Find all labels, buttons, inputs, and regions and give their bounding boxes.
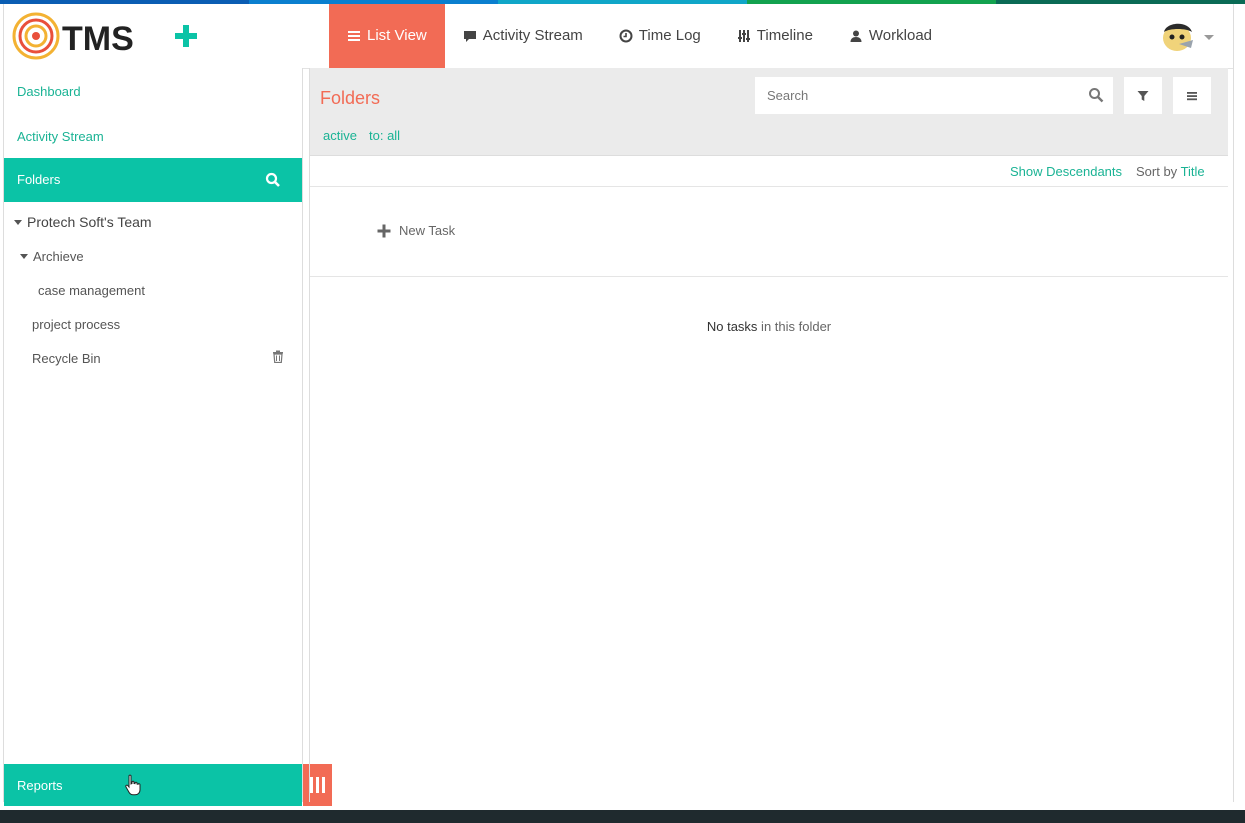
top-header: TMS List View Activity Stream Time Log T… (4, 4, 1233, 69)
add-new-button[interactable] (172, 22, 200, 50)
bottom-bar (0, 810, 1245, 823)
filter-button[interactable] (1124, 77, 1162, 114)
sidebar: Dashboard Activity Stream Folders Protec… (4, 68, 303, 806)
reports-label: Reports (17, 778, 63, 793)
page-title: Folders (320, 88, 381, 108)
main-panel: Folders active to: all Show Descendants … (309, 68, 1228, 802)
tree-item-recycle-bin[interactable]: Recycle Bin (32, 351, 101, 366)
tab-timeline[interactable]: Timeline (719, 4, 831, 68)
plus-icon (377, 224, 391, 237)
plus-icon (175, 25, 197, 47)
hamburger-icon (1187, 91, 1197, 100)
folders-section-header[interactable]: Folders (4, 158, 302, 202)
show-descendants-link[interactable]: Show Descendants (1010, 164, 1122, 179)
tab-list-view[interactable]: List View (329, 4, 445, 68)
search-icon[interactable] (1088, 87, 1104, 103)
app-window: TMS List View Activity Stream Time Log T… (3, 4, 1234, 806)
tree-item-archieve[interactable]: Archieve (20, 249, 84, 264)
logo-emblem-icon: TMS (12, 12, 134, 60)
trash-icon[interactable] (272, 350, 284, 363)
reports-section[interactable]: Reports (4, 764, 302, 806)
caret-down-icon[interactable] (20, 254, 28, 259)
comment-icon (463, 31, 476, 42)
tree-item-label: Recycle Bin (32, 351, 101, 366)
filter-tag-assignee[interactable]: to: all (369, 128, 400, 143)
tree-item-label: case management (38, 283, 145, 298)
user-icon (850, 30, 862, 42)
caret-down-icon[interactable] (14, 219, 22, 225)
tab-label: Timeline (756, 27, 813, 44)
sidebar-item-activity-stream[interactable]: Activity Stream (17, 129, 104, 144)
empty-state-bold: No tasks (706, 319, 758, 334)
tree-item-label: Protech Soft's Team (27, 214, 152, 230)
empty-state-message: No tasks in this folder (310, 319, 1228, 334)
new-task-label: New Task (399, 223, 456, 238)
tree-item-label: Archieve (33, 249, 84, 264)
tab-workload[interactable]: Workload (831, 4, 950, 68)
tree-item-project-process[interactable]: project process (32, 317, 120, 332)
tab-activity-stream[interactable]: Activity Stream (445, 4, 601, 68)
filter-tag-status[interactable]: active (323, 128, 357, 143)
tab-label: Workload (868, 27, 933, 44)
sliders-icon (737, 30, 750, 42)
sort-by-value[interactable]: Title (1181, 164, 1205, 179)
tab-label: Activity Stream (482, 27, 583, 44)
new-task-button[interactable]: New Task (377, 223, 455, 238)
chevron-down-icon[interactable] (1204, 35, 1214, 40)
hand-cursor-icon (125, 774, 141, 796)
filter-icon (1137, 90, 1149, 101)
clock-icon (619, 29, 633, 43)
avatar-icon (1163, 23, 1193, 51)
view-nav: List View Activity Stream Time Log Timel… (329, 4, 950, 68)
folders-label: Folders (17, 172, 61, 187)
sort-by-label: Sort by (1136, 164, 1178, 179)
new-task-row: New Task (310, 187, 1228, 277)
user-avatar[interactable] (1159, 18, 1199, 54)
tab-label: List View (367, 27, 427, 44)
tree-item-case-management[interactable]: case management (38, 283, 145, 298)
tree-item-label: project process (32, 317, 121, 332)
search-input[interactable] (755, 77, 1113, 114)
empty-state-text: in this folder (757, 319, 832, 334)
sort-control: Sort by Title (1136, 164, 1205, 179)
sort-bar: Show Descendants Sort by Title (310, 156, 1228, 187)
menu-button[interactable] (1173, 77, 1211, 114)
search-icon[interactable] (265, 172, 281, 188)
tab-time-log[interactable]: Time Log (601, 4, 719, 68)
main-header: Folders active to: all (310, 68, 1228, 156)
tree-item-team[interactable]: Protech Soft's Team (14, 214, 152, 230)
sidebar-item-dashboard[interactable]: Dashboard (17, 84, 81, 99)
tab-label: Time Log (638, 27, 701, 44)
tms-logo[interactable]: TMS (12, 11, 142, 61)
list-icon (348, 31, 360, 41)
logo-text: TMS (62, 20, 134, 58)
